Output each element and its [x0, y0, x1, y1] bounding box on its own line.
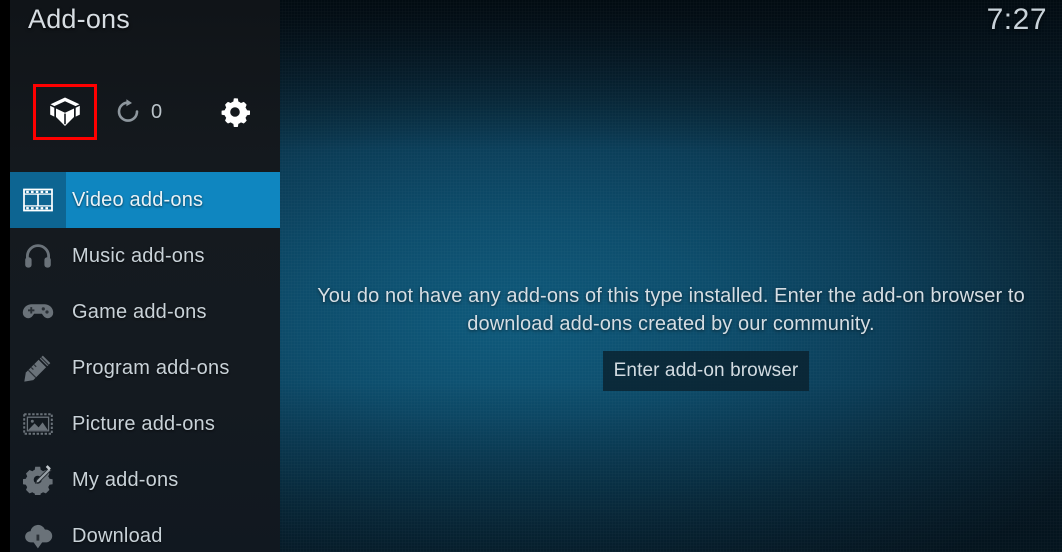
- kodi-addons-screen: Add-ons 7:27 0 Video add-ons Music add-o…: [0, 0, 1062, 552]
- empty-state-line-1: You do not have any add-ons of this type…: [317, 285, 1025, 307]
- headphones-icon: [10, 228, 66, 284]
- sidebar-item-label: Video add-ons: [72, 188, 204, 211]
- addons-toolbar: 0: [10, 74, 280, 152]
- empty-state-message: You do not have any add-ons of this type…: [280, 282, 1062, 338]
- sidebar-item-game-add-ons[interactable]: Game add-ons: [10, 284, 280, 340]
- picture-frame-icon: [10, 396, 66, 452]
- sidebar-item-program-add-ons[interactable]: Program add-ons: [10, 340, 280, 396]
- gear-screwdriver-icon: [10, 452, 66, 508]
- sidebar-item-label: Game add-ons: [72, 300, 207, 323]
- updates-count: 0: [151, 100, 163, 123]
- sidebar-item-download[interactable]: Download: [10, 508, 280, 552]
- refresh-icon: [115, 98, 141, 126]
- sidebar-item-label: Picture add-ons: [72, 412, 216, 435]
- open-box-icon: [48, 96, 82, 128]
- gamepad-icon: [10, 284, 66, 340]
- clock: 7:27: [986, 3, 1047, 36]
- settings-button[interactable]: [208, 84, 262, 140]
- install-from-repository-button[interactable]: [33, 84, 97, 140]
- sidebar-item-label: My add-ons: [72, 468, 179, 491]
- sidebar-item-label: Music add-ons: [72, 244, 205, 267]
- cloud-download-icon: [10, 508, 66, 552]
- addons-category-list: Video add-ons Music add-ons Game add-ons…: [10, 172, 280, 552]
- sidebar-item-video-add-ons[interactable]: Video add-ons: [10, 172, 280, 228]
- pencil-ruler-icon: [10, 340, 66, 396]
- film-strip-icon: [10, 172, 66, 228]
- sidebar-item-my-add-ons[interactable]: My add-ons: [10, 452, 280, 508]
- page-title: Add-ons: [28, 4, 130, 34]
- sidebar-item-label: Download: [72, 524, 163, 547]
- check-for-updates-button[interactable]: 0: [115, 84, 195, 140]
- gear-icon: [220, 97, 250, 127]
- enter-addon-browser-button[interactable]: Enter add-on browser: [603, 351, 809, 391]
- empty-state-line-2: download add-ons created by our communit…: [467, 313, 875, 335]
- sidebar-item-label: Program add-ons: [72, 356, 230, 379]
- sidebar-item-music-add-ons[interactable]: Music add-ons: [10, 228, 280, 284]
- sidebar-item-picture-add-ons[interactable]: Picture add-ons: [10, 396, 280, 452]
